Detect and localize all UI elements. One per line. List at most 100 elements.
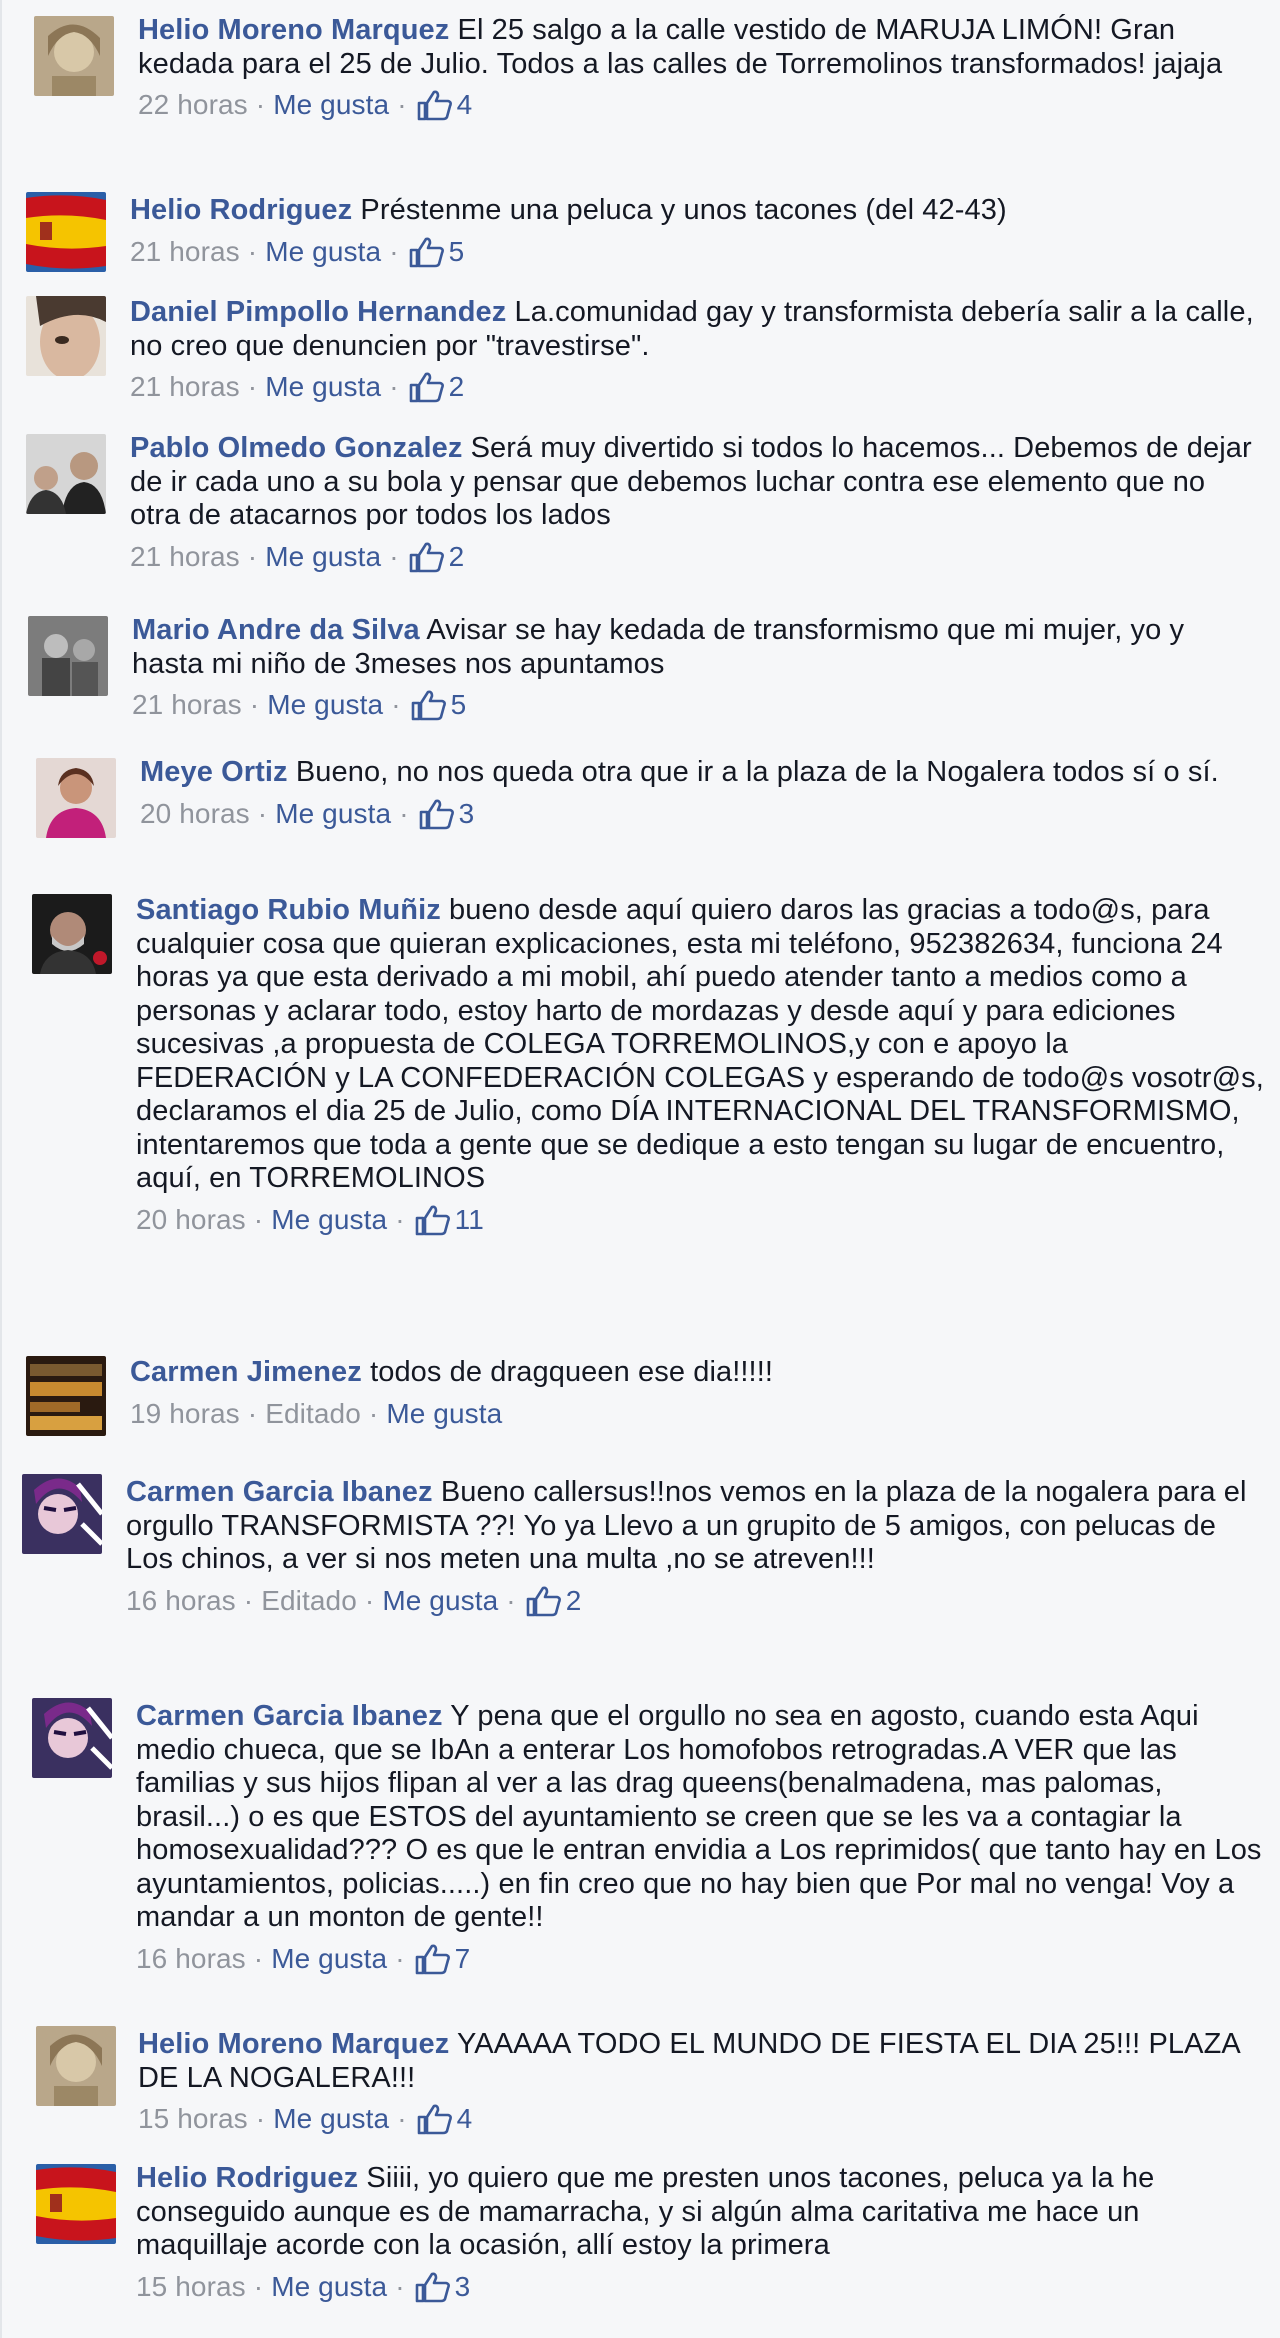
profile-photo-icon [36,758,116,838]
like-button[interactable]: Me gusta [267,687,383,723]
like-button[interactable]: Me gusta [273,87,389,123]
comment-author[interactable]: Pablo Olmedo Gonzalez [130,432,462,464]
timestamp[interactable]: 21 horas [132,687,242,723]
timestamp[interactable]: 19 horas [130,1396,240,1432]
comment-author[interactable]: Helio Rodriguez [130,194,352,226]
timestamp[interactable]: 15 horas [136,2269,246,2305]
thumbs-up-icon [415,2272,450,2302]
comment-author[interactable]: Carmen Garcia Ibanez [126,1476,433,1508]
timestamp[interactable]: 22 horas [138,87,248,123]
thumbs-up-icon [411,690,446,721]
separator: · [253,1203,264,1235]
separator: · [506,1584,516,1616]
avatar[interactable] [34,16,114,96]
like-count[interactable]: 5 [411,687,467,723]
separator: · [257,797,268,829]
thumbs-up-icon [415,1944,450,1974]
avatar[interactable] [26,1356,106,1436]
thumbs-up-icon [419,799,454,829]
like-button[interactable]: Me gusta [271,2269,387,2305]
comment-meta: 20 horas · Me gusta · 11 [136,1202,1266,1238]
comment-text: bueno desde aquí quiero daros las gracia… [136,894,1264,1194]
avatar[interactable] [26,296,106,376]
timestamp[interactable]: 16 horas [136,1941,246,1977]
comment-author[interactable]: Carmen Garcia Ibanez [136,1700,443,1732]
comment-author[interactable]: Carmen Jimenez [130,1356,362,1388]
separator: · [247,1397,258,1429]
like-count[interactable]: 5 [409,234,465,270]
like-button[interactable]: Me gusta [271,1941,387,1977]
comment-meta: 16 horas · Editado · Me gusta · 2 [126,1583,1256,1619]
comment-meta: 20 horas · Me gusta · 3 [140,796,1270,832]
profile-photo-icon [32,894,112,974]
like-count[interactable]: 11 [415,1202,484,1238]
like-button[interactable]: Me gusta [273,2101,389,2137]
like-button[interactable]: Me gusta [386,1396,502,1432]
like-count[interactable]: 2 [526,1583,582,1619]
thumbs-up-icon [526,1586,561,1616]
like-count-value: 5 [450,689,467,720]
like-button[interactable]: Me gusta [275,796,391,832]
timestamp[interactable]: 21 horas [130,234,240,270]
edited-label: Editado [261,1584,357,1616]
profile-photo-icon [28,616,108,696]
separator: · [389,540,399,572]
comment-author[interactable]: Helio Moreno Marquez [138,2028,449,2060]
separator: · [253,2270,264,2302]
avatar[interactable] [36,2026,116,2106]
like-button[interactable]: Me gusta [265,539,381,575]
like-button[interactable]: Me gusta [271,1202,387,1238]
comment-author[interactable]: Santiago Rubio Muñiz [136,894,441,926]
comment-meta: 16 horas · Me gusta · 7 [136,1941,1266,1977]
like-count-value: 3 [454,2270,471,2302]
avatar[interactable] [36,2164,116,2244]
timestamp[interactable]: 15 horas [138,2101,248,2137]
like-button[interactable]: Me gusta [382,1583,498,1619]
like-count-value: 2 [448,540,465,572]
timestamp[interactable]: 20 horas [136,1202,246,1238]
like-count-value: 11 [454,1203,484,1235]
comment-text: todos de dragqueen ese dia!!!!! [370,1356,774,1388]
separator: · [389,235,399,267]
avatar[interactable] [32,1698,112,1778]
timestamp[interactable]: 20 horas [140,796,250,832]
separator: · [255,89,266,120]
like-count-value: 3 [458,797,475,829]
like-count[interactable]: 2 [409,539,465,575]
avatar[interactable] [26,192,106,272]
profile-photo-icon [26,296,106,376]
avatar[interactable] [26,434,106,514]
comment-author[interactable]: Daniel Pimpollo Hernandez [130,296,506,328]
edited-label: Editado [265,1397,361,1429]
like-count[interactable]: 7 [415,1941,471,1977]
separator: · [397,89,407,120]
thumbs-up-icon [409,372,444,403]
like-count[interactable]: 3 [415,2269,471,2305]
separator: · [391,689,401,720]
thumbs-up-icon [409,237,444,267]
comment-author[interactable]: Meye Ortiz [140,756,288,788]
timestamp[interactable]: 21 horas [130,539,240,575]
comment-author[interactable]: Mario Andre da Silva [132,614,420,646]
like-count[interactable]: 4 [417,87,473,123]
avatar[interactable] [36,758,116,838]
like-count-value: 4 [456,89,473,120]
like-button[interactable]: Me gusta [265,369,381,405]
like-button[interactable]: Me gusta [265,234,381,270]
avatar[interactable] [28,616,108,696]
like-count[interactable]: 2 [409,369,465,405]
comment-meta: 21 horas · Me gusta · 5 [132,687,1262,723]
timestamp[interactable]: 16 horas [126,1583,236,1619]
like-count[interactable]: 4 [417,2101,473,2137]
thumbs-up-icon [415,1205,450,1235]
avatar[interactable] [32,894,112,974]
spain-flag-icon [36,2164,116,2244]
profile-photo-icon [26,434,106,514]
avatar[interactable] [22,1474,102,1554]
separator: · [397,2103,407,2134]
like-count[interactable]: 3 [419,796,475,832]
timestamp[interactable]: 21 horas [130,369,240,405]
profile-photo-icon [32,1698,112,1778]
comment-author[interactable]: Helio Moreno Marquez [138,14,449,46]
comment-author[interactable]: Helio Rodriguez [136,2162,358,2194]
